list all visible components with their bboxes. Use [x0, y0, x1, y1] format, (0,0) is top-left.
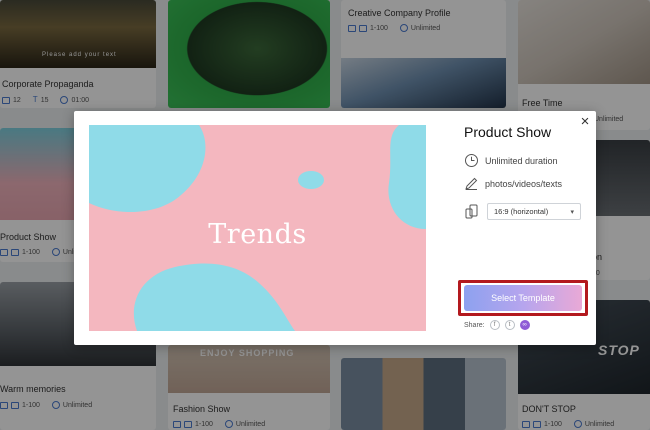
modal-title: Product Show: [464, 124, 552, 140]
duration-row: Unlimited duration: [464, 153, 558, 168]
media-text: photos/videos/texts: [485, 178, 563, 189]
pencil-icon: [465, 177, 478, 190]
select-template-button[interactable]: Select Template: [464, 285, 582, 311]
aspect-ratio-select[interactable]: 16:9 (horizontal) ▾: [487, 203, 581, 220]
facebook-icon[interactable]: f: [489, 320, 500, 330]
twitter-icon[interactable]: t: [504, 320, 515, 330]
clock-icon: [465, 154, 478, 167]
template-preview-modal: Trends × Product Show Unlimited duration…: [74, 111, 596, 345]
media-row: photos/videos/texts: [464, 176, 562, 191]
preview-title-text: Trends: [208, 219, 307, 250]
share-row: Share: f t ∞: [464, 320, 530, 330]
aspect-ratio-value: 16:9 (horizontal): [494, 207, 549, 216]
close-button[interactable]: ×: [578, 114, 592, 129]
duration-text: Unlimited duration: [485, 155, 558, 166]
aspect-ratio-icon: [465, 204, 478, 219]
blob-right: [388, 125, 426, 229]
blob-small: [298, 171, 324, 189]
link-icon[interactable]: ∞: [519, 320, 530, 330]
blob-bottom: [133, 263, 295, 331]
blob-top-left: [89, 125, 206, 213]
chevron-down-icon: ▾: [570, 208, 574, 216]
template-preview[interactable]: Trends: [89, 125, 426, 331]
share-label: Share:: [464, 321, 485, 329]
